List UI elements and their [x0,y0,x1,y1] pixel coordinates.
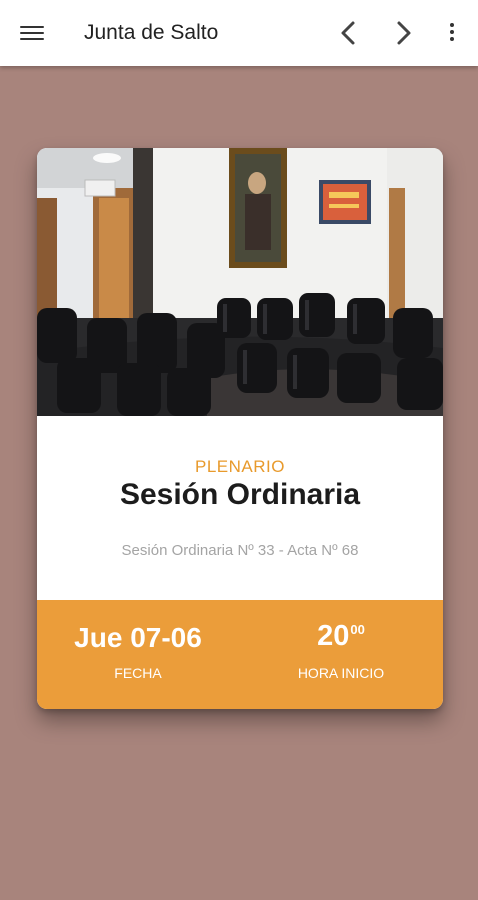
app-bar: Junta de Salto [0,0,478,66]
session-info: PLENARIO Sesión Ordinaria Sesión Ordinar… [37,416,443,600]
chevron-left-icon[interactable] [334,18,362,48]
date-label: FECHA [114,665,162,681]
session-footer: Jue 07-06 FECHA 2000 HORA INICIO [37,600,443,709]
session-title: Sesión Ordinaria [119,478,361,511]
chevron-right-icon[interactable] [390,18,418,48]
session-subtitle: Sesión Ordinaria Nº 33 - Acta Nº 68 [121,542,359,559]
time-hour: 20 [317,620,350,652]
time-minutes: 00 [350,622,365,637]
more-vert-icon[interactable] [443,20,461,48]
session-card[interactable]: PLENARIO Sesión Ordinaria Sesión Ordinar… [37,148,443,709]
session-category: PLENARIO [195,457,285,476]
session-date: Jue 07-06 [74,622,202,653]
session-photo [37,148,443,416]
time-label: HORA INICIO [297,665,385,681]
app-title: Junta de Salto [84,21,219,44]
session-time: 2000 [239,620,443,653]
menu-icon[interactable] [20,22,44,44]
